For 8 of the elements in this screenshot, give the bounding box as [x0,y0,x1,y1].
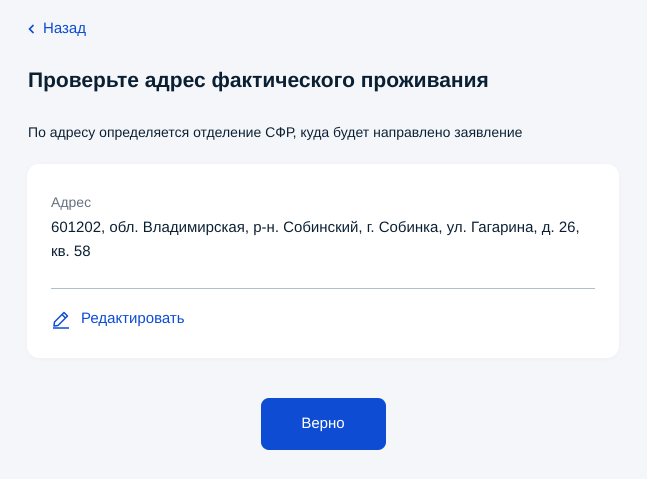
back-link[interactable]: Назад [28,20,86,37]
confirm-button[interactable]: Верно [260,398,386,450]
edit-link[interactable]: Редактировать [51,308,185,328]
page-title: Проверьте адрес фактического проживания [28,68,490,94]
chevron-left-icon [28,24,35,34]
address-label: Адрес [51,192,92,212]
address-value: 601202, обл. Владимирская, р-н. Собинский, г. Собинка, ул. Гагарина, д. 26, кв. 58 [51,218,581,262]
page-subtitle: По адресу определяется отделение СФР, куда будет направлено заявление [28,122,524,142]
